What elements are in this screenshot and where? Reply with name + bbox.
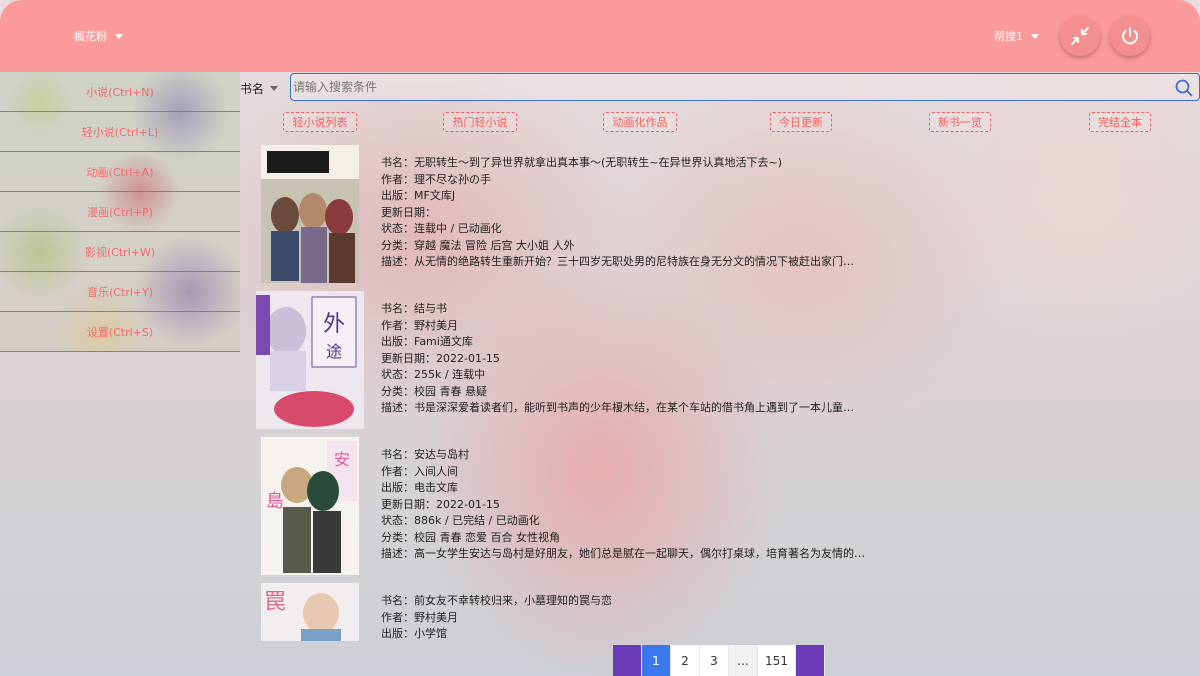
book-publisher: 出版：MF文库J bbox=[381, 189, 456, 202]
chevron-down-icon bbox=[1031, 33, 1039, 39]
book-info: 书名：无职转生～到了异世界就拿出真本事～(无职转生~在异世界认真地活下去~) 作… bbox=[381, 155, 854, 271]
tab-hot-light-novels[interactable]: 热门轻小说 bbox=[443, 112, 517, 132]
book-publisher: 出版：小学馆 bbox=[381, 627, 447, 640]
chevron-down-icon bbox=[270, 86, 279, 91]
chevron-down-icon bbox=[115, 33, 123, 39]
book-cover[interactable]: 安 島 bbox=[261, 437, 359, 575]
book-title: 书名：结与书 bbox=[381, 302, 447, 315]
book-updated: 更新日期：2022-01-15 bbox=[381, 351, 500, 365]
book-item[interactable]: 外 途 书名：结与书 作者：野村美月 出版：Fami通文库 更新日期：2022-… bbox=[256, 287, 1016, 429]
book-author: 作者：入间人间 bbox=[381, 464, 458, 478]
page-button[interactable]: 2 bbox=[671, 645, 700, 676]
power-icon bbox=[1122, 27, 1138, 45]
book-tags: 分类：校园 青春 悬疑 bbox=[381, 384, 487, 398]
sidebar-item-novel[interactable]: 小说(Ctrl+N) bbox=[0, 72, 240, 112]
book-publisher: 出版：Fami通文库 bbox=[381, 335, 473, 348]
sidebar-item-light-novel[interactable]: 轻小说(Ctrl+L) bbox=[0, 112, 240, 152]
book-title: 书名：前女友不幸转校归来，小墓理知的罠与恋 bbox=[381, 594, 612, 607]
book-description: 描述：从无情的绝路转生重新开始？三十四岁无职处男的尼特族在身无分文的情况下被赶出… bbox=[381, 255, 854, 268]
svg-text:島: 島 bbox=[266, 491, 284, 512]
svg-text:外: 外 bbox=[323, 312, 345, 337]
user-menu[interactable]: 楓花粉 bbox=[74, 28, 123, 44]
book-author: 作者：野村美月 bbox=[381, 610, 458, 624]
sidebar-item-music[interactable]: 音乐(Ctrl+Y) bbox=[0, 272, 240, 312]
book-item[interactable]: 书名：无职转生～到了异世界就拿出真本事～(无职转生~在异世界认真地活下去~) 作… bbox=[256, 141, 1016, 283]
sidebar: 小说(Ctrl+N) 轻小说(Ctrl+L) 动画(Ctrl+A) 漫画(Ctr… bbox=[0, 72, 240, 352]
minimize-button[interactable] bbox=[1060, 16, 1100, 56]
book-item[interactable]: 安 島 书名：安达与岛村 作者：入间人间 出版：电击文库 更新日期：2022-0… bbox=[256, 433, 1016, 575]
sidebar-item-comic[interactable]: 漫画(Ctrl+P) bbox=[0, 192, 240, 232]
book-status: 状态：连载中 / 已动画化 bbox=[381, 222, 502, 235]
power-button[interactable] bbox=[1110, 16, 1150, 56]
book-author: 作者：野村美月 bbox=[381, 318, 458, 332]
book-cover[interactable]: 罠 bbox=[261, 583, 359, 641]
book-cover[interactable]: 外 途 bbox=[256, 291, 364, 429]
page-button[interactable]: 3 bbox=[700, 645, 729, 676]
svg-text:安: 安 bbox=[334, 450, 350, 469]
sidebar-item-video[interactable]: 影视(Ctrl+W) bbox=[0, 232, 240, 272]
book-updated: 更新日期：2022-01-15 bbox=[381, 497, 500, 511]
search-field-label: 书名 bbox=[240, 82, 265, 96]
next-page-button[interactable] bbox=[796, 645, 825, 676]
page-button[interactable]: 151 bbox=[758, 645, 796, 676]
search-bar bbox=[290, 73, 1200, 101]
svg-text:罠: 罠 bbox=[264, 590, 286, 615]
tab-new-books[interactable]: 新书一览 bbox=[929, 112, 991, 132]
book-tags: 分类：校园 青春 恋爱 百合 女性视角 bbox=[381, 530, 560, 544]
book-info: 书名：结与书 作者：野村美月 出版：Fami通文库 更新日期：2022-01-1… bbox=[381, 301, 854, 417]
book-tags: 分类：穿越 魔法 冒险 后宫 大小姐 人外 bbox=[381, 238, 575, 252]
pagination: 1 2 3 ... 151 bbox=[613, 645, 825, 676]
sidebar-item-anime[interactable]: 动画(Ctrl+A) bbox=[0, 152, 240, 192]
search-input[interactable] bbox=[291, 74, 1171, 100]
search-icon[interactable] bbox=[1175, 79, 1193, 97]
book-description: 描述：书是深深爱着读者们，能听到书声的少年榎木结，在某个车站的借书角上遇到了一本… bbox=[381, 401, 854, 414]
app-header: 楓花粉 帮搜1 bbox=[0, 0, 1200, 72]
book-publisher: 出版：电击文库 bbox=[381, 481, 458, 494]
book-status: 状态：255k / 连载中 bbox=[381, 368, 486, 381]
svg-text:途: 途 bbox=[326, 342, 342, 361]
book-info: 书名：前女友不幸转校归来，小墓理知的罠与恋 作者：野村美月 出版：小学馆 bbox=[381, 593, 612, 643]
page-button[interactable]: 1 bbox=[642, 645, 671, 676]
tab-light-novel-list[interactable]: 轻小说列表 bbox=[283, 112, 357, 132]
book-status: 状态：886k / 已完结 / 已动画化 bbox=[381, 514, 540, 527]
book-cover[interactable] bbox=[261, 145, 359, 283]
tab-today-updates[interactable]: 今日更新 bbox=[770, 112, 832, 132]
account-menu[interactable]: 帮搜1 bbox=[994, 28, 1039, 44]
sidebar-item-settings[interactable]: 设置(Ctrl+S) bbox=[0, 312, 240, 352]
book-item[interactable]: 罠 书名：前女友不幸转校归来，小墓理知的罠与恋 作者：野村美月 出版：小学馆 bbox=[256, 579, 1016, 641]
tab-anime-adaptations[interactable]: 动画化作品 bbox=[603, 112, 677, 132]
book-updated: 更新日期： bbox=[381, 205, 436, 219]
book-info: 书名：安达与岛村 作者：入间人间 出版：电击文库 更新日期：2022-01-15… bbox=[381, 447, 865, 563]
book-author: 作者：理不尽な孙の手 bbox=[381, 172, 491, 186]
book-title: 书名：无职转生～到了异世界就拿出真本事～(无职转生~在异世界认真地活下去~) bbox=[381, 156, 783, 169]
username: 楓花粉 bbox=[74, 30, 107, 43]
book-title: 书名：安达与岛村 bbox=[381, 448, 469, 461]
prev-page-button[interactable] bbox=[613, 645, 642, 676]
book-description: 描述：高一女学生安达与岛村是好朋友，她们总是腻在一起聊天，偶尔打桌球，培育著名为… bbox=[381, 547, 865, 560]
collapse-icon bbox=[1071, 27, 1089, 45]
search-field-select[interactable]: 书名 bbox=[240, 80, 279, 97]
tab-completed[interactable]: 完结全本 bbox=[1089, 112, 1151, 132]
account-name: 帮搜1 bbox=[994, 30, 1023, 43]
page-ellipsis[interactable]: ... bbox=[729, 645, 758, 676]
